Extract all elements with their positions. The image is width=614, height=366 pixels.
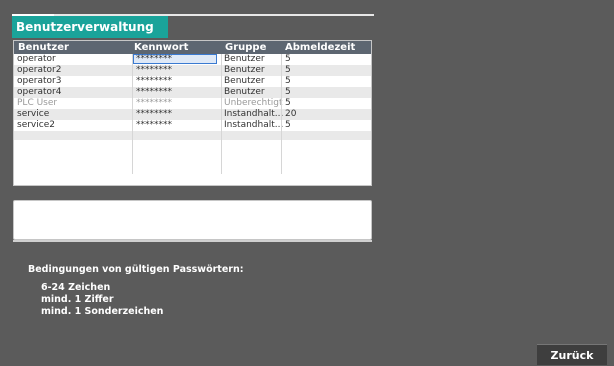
password-condition: mind. 1 Sonderzeichen xyxy=(41,306,164,317)
cell-logout[interactable]: 5 xyxy=(285,87,291,98)
cell-logout[interactable]: 5 xyxy=(285,98,291,109)
table-row-empty[interactable] xyxy=(14,131,371,140)
password-conditions-title: Bedingungen von gültigen Passwörtern: xyxy=(28,264,244,275)
cell-group[interactable]: Benutzer xyxy=(224,87,265,98)
panel-title: Benutzerverwaltung xyxy=(12,16,168,38)
cell-user[interactable]: service xyxy=(17,109,49,120)
table-row[interactable]: service2 ******** Instandhalt... 5 xyxy=(14,120,371,131)
cell-logout[interactable]: 5 xyxy=(285,76,291,87)
cell-logout[interactable]: 20 xyxy=(285,109,296,120)
cell-user[interactable]: operator2 xyxy=(17,65,61,76)
table-row[interactable]: operator2 ******** Benutzer 5 xyxy=(14,65,371,76)
password-condition: mind. 1 Ziffer xyxy=(41,294,114,305)
cell-logout[interactable]: 5 xyxy=(285,120,291,131)
cell-user[interactable]: operator3 xyxy=(17,76,61,87)
cell-logout[interactable]: 5 xyxy=(285,65,291,76)
column-divider xyxy=(132,54,133,174)
cell-user[interactable]: operator4 xyxy=(17,87,61,98)
cell-password[interactable]: ******** xyxy=(136,54,172,65)
table-row[interactable]: operator3 ******** Benutzer 5 xyxy=(14,76,371,87)
table-row[interactable]: PLC User ******** Unberechtigt 5 xyxy=(14,98,371,109)
message-box[interactable] xyxy=(13,200,372,240)
cell-group[interactable]: Unberechtigt xyxy=(224,98,283,109)
cell-password[interactable]: ******** xyxy=(136,65,172,76)
cell-user[interactable]: service2 xyxy=(17,120,55,131)
table-row[interactable]: operator4 ******** Benutzer 5 xyxy=(14,87,371,98)
cell-user[interactable]: operator xyxy=(17,54,56,65)
cell-user[interactable]: PLC User xyxy=(17,98,57,109)
cell-password[interactable]: ******** xyxy=(136,76,172,87)
cell-group[interactable]: Benutzer xyxy=(224,54,265,65)
table-row[interactable]: service ******** Instandhalt... 20 xyxy=(14,109,371,120)
cell-group[interactable]: Instandhalt... xyxy=(224,120,283,131)
header-group: Gruppe xyxy=(225,42,267,53)
cell-logout[interactable]: 5 xyxy=(285,54,291,65)
header-user: Benutzer xyxy=(18,42,69,53)
cell-group[interactable]: Instandhalt... xyxy=(224,109,283,120)
column-divider xyxy=(281,54,282,174)
cell-password[interactable]: ******** xyxy=(136,98,172,109)
header-password: Kennwort xyxy=(134,42,189,53)
message-box-shadow xyxy=(13,240,372,242)
cell-password[interactable]: ******** xyxy=(136,120,172,131)
user-table[interactable]: Benutzer Kennwort Gruppe Abmeldezeit ope… xyxy=(13,40,372,186)
cell-group[interactable]: Benutzer xyxy=(224,76,265,87)
table-row[interactable]: operator ******** Benutzer 5 xyxy=(14,54,371,65)
header-logout-time: Abmeldezeit xyxy=(285,42,356,53)
password-condition: 6-24 Zeichen xyxy=(41,282,111,293)
column-divider xyxy=(221,54,222,174)
cell-group[interactable]: Benutzer xyxy=(224,65,265,76)
cell-password[interactable]: ******** xyxy=(136,109,172,120)
back-button[interactable]: Zurück xyxy=(537,344,607,365)
table-header: Benutzer Kennwort Gruppe Abmeldezeit xyxy=(14,41,371,54)
cell-password[interactable]: ******** xyxy=(136,87,172,98)
